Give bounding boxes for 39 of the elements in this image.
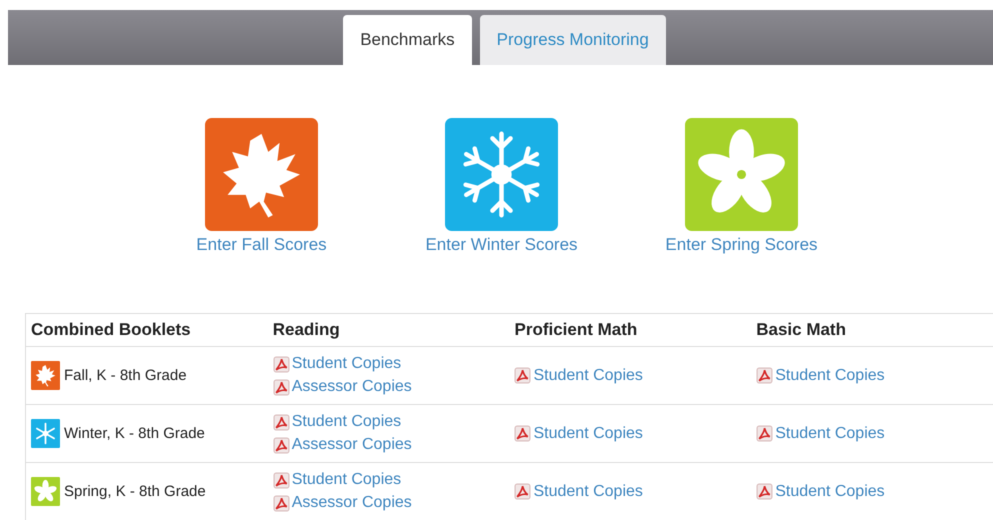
pdf-link[interactable]: Assessor Copies [272, 494, 412, 512]
booklet-name: Spring, K - 8th Grade [64, 483, 206, 500]
pdf-icon [514, 367, 532, 384]
flower-icon[interactable] [685, 118, 798, 231]
pdf-link[interactable]: Student Copies [756, 366, 885, 384]
pdf-link[interactable]: Student Copies [272, 355, 402, 373]
column-header: Proficient Math [509, 314, 752, 346]
pdf-link[interactable]: Student Copies [756, 482, 885, 500]
pdf-icon [514, 425, 532, 442]
pdf-icon [756, 483, 774, 500]
pdf-link[interactable]: Student Copies [514, 482, 643, 500]
column-header: Combined Booklets [26, 314, 268, 346]
tab[interactable]: Benchmarks [343, 15, 472, 65]
booklet-name: Fall, K - 8th Grade [64, 367, 187, 384]
pdf-link[interactable]: Student Copies [272, 413, 402, 431]
column-header: Basic Math [751, 314, 993, 346]
booklet-name: Winter, K - 8th Grade [64, 425, 205, 442]
pdf-link[interactable]: Assessor Copies [272, 378, 412, 396]
pdf-link[interactable]: Student Copies [514, 424, 643, 442]
pdf-icon [514, 483, 532, 500]
pdf-icon [272, 378, 290, 396]
pdf-link[interactable]: Student Copies [272, 471, 402, 489]
pdf-link[interactable]: Student Copies [756, 424, 885, 442]
pdf-icon [272, 472, 290, 488]
enter-scores-link[interactable]: Enter Winter Scores [425, 235, 578, 255]
pdf-icon [756, 425, 774, 442]
column-header: Reading [268, 314, 510, 346]
enter-scores-link[interactable]: Enter Spring Scores [665, 235, 818, 255]
leaf-icon[interactable] [205, 118, 318, 231]
snowflake-icon[interactable] [445, 118, 558, 231]
pdf-link[interactable]: Assessor Copies [272, 436, 412, 454]
pdf-icon [272, 414, 290, 430]
pdf-link[interactable]: Student Copies [514, 366, 643, 384]
pdf-icon [272, 356, 290, 372]
pdf-icon [272, 436, 290, 454]
tab[interactable]: Progress Monitoring [480, 15, 666, 65]
enter-scores-link[interactable]: Enter Fall Scores [196, 235, 327, 255]
pdf-icon [272, 494, 290, 512]
pdf-icon [756, 367, 774, 384]
